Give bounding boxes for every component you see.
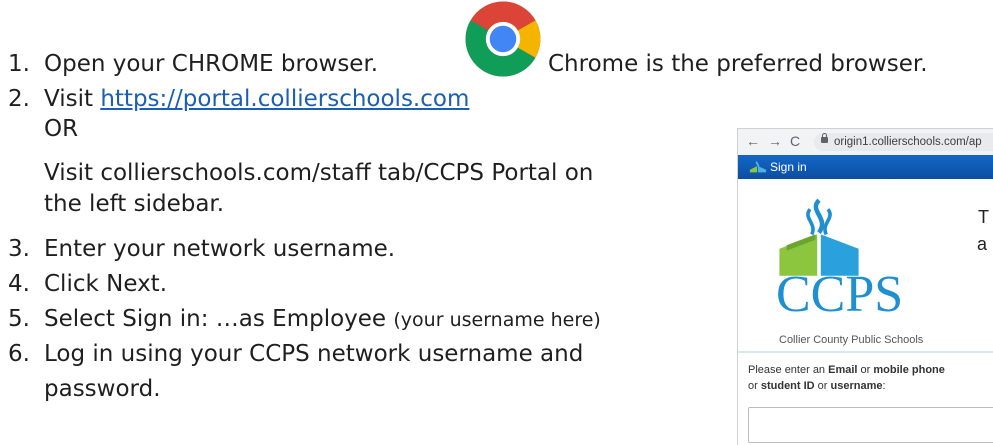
step-number: 4. bbox=[8, 271, 30, 297]
prompt-student-id: student ID bbox=[760, 380, 815, 392]
login-prompt: Please enter an Email or mobile phone or… bbox=[748, 362, 988, 394]
step-text: Select Sign in: …as Employee (your usern… bbox=[44, 304, 601, 335]
ccps-mini-logo-icon bbox=[749, 161, 767, 173]
step-text: Click Next. bbox=[44, 271, 168, 297]
step-text-prefix: Visit bbox=[44, 86, 101, 112]
cropped-heading-1: T bbox=[978, 207, 989, 227]
chrome-logo-icon bbox=[465, 1, 541, 77]
prompt-email: Email bbox=[828, 364, 858, 376]
step-text-main: Select Sign in: …as Employee bbox=[44, 306, 387, 332]
prompt-mobile: mobile phone bbox=[873, 364, 945, 376]
step-number: 6. bbox=[8, 341, 30, 367]
alt-text: the left sidebar. bbox=[44, 191, 225, 217]
forward-arrow-icon[interactable]: → bbox=[768, 133, 782, 149]
instructions-document: 1. Open your CHROME browser. Chrome is t… bbox=[0, 0, 993, 445]
step-number: 5. bbox=[8, 306, 30, 332]
lock-icon bbox=[821, 133, 828, 143]
step-number: 1. bbox=[8, 51, 30, 77]
username-input[interactable] bbox=[748, 407, 993, 443]
sign-in-label: Sign in bbox=[770, 160, 807, 174]
step-text: Log in using your CCPS network username … bbox=[44, 341, 584, 367]
prompt-text: or bbox=[814, 380, 831, 392]
prompt-username: username bbox=[830, 380, 883, 392]
step-number: 2. bbox=[8, 86, 30, 112]
prompt-text: : bbox=[882, 380, 886, 392]
portal-screenshot: ← → C origin1.collierschools.com/ap Sign… bbox=[737, 128, 993, 445]
step-text: Enter your network username. bbox=[44, 236, 396, 262]
step-text: password. bbox=[44, 376, 161, 402]
portal-link[interactable]: https://portal.collierschools.com bbox=[100, 86, 469, 112]
chrome-note: Chrome is the preferred browser. bbox=[548, 51, 928, 77]
step-text: Open your CHROME browser. bbox=[44, 51, 379, 77]
prompt-text: Please enter an bbox=[748, 364, 829, 376]
ccps-logo-text: CCPS bbox=[776, 266, 904, 323]
back-arrow-icon[interactable]: ← bbox=[746, 133, 760, 149]
alt-text: Visit collierschools.com/staff tab/CCPS … bbox=[44, 160, 594, 186]
prompt-text: or bbox=[748, 380, 761, 392]
or-text: OR bbox=[44, 116, 79, 142]
cropped-heading-2: a bbox=[977, 234, 988, 254]
prompt-text: or bbox=[857, 364, 874, 376]
step-number: 3. bbox=[8, 236, 30, 262]
reload-icon[interactable]: C bbox=[790, 133, 800, 149]
sign-in-bar: Sign in bbox=[738, 155, 993, 179]
url-field[interactable]: origin1.collierschools.com/ap bbox=[814, 133, 993, 151]
browser-address-bar: ← → C origin1.collierschools.com/ap bbox=[738, 129, 993, 155]
step-text: Visit https://portal.collierschools.com bbox=[44, 84, 469, 114]
step-note: (your username here) bbox=[393, 309, 601, 331]
ccps-subtitle: Collier County Public Schools bbox=[779, 334, 924, 346]
